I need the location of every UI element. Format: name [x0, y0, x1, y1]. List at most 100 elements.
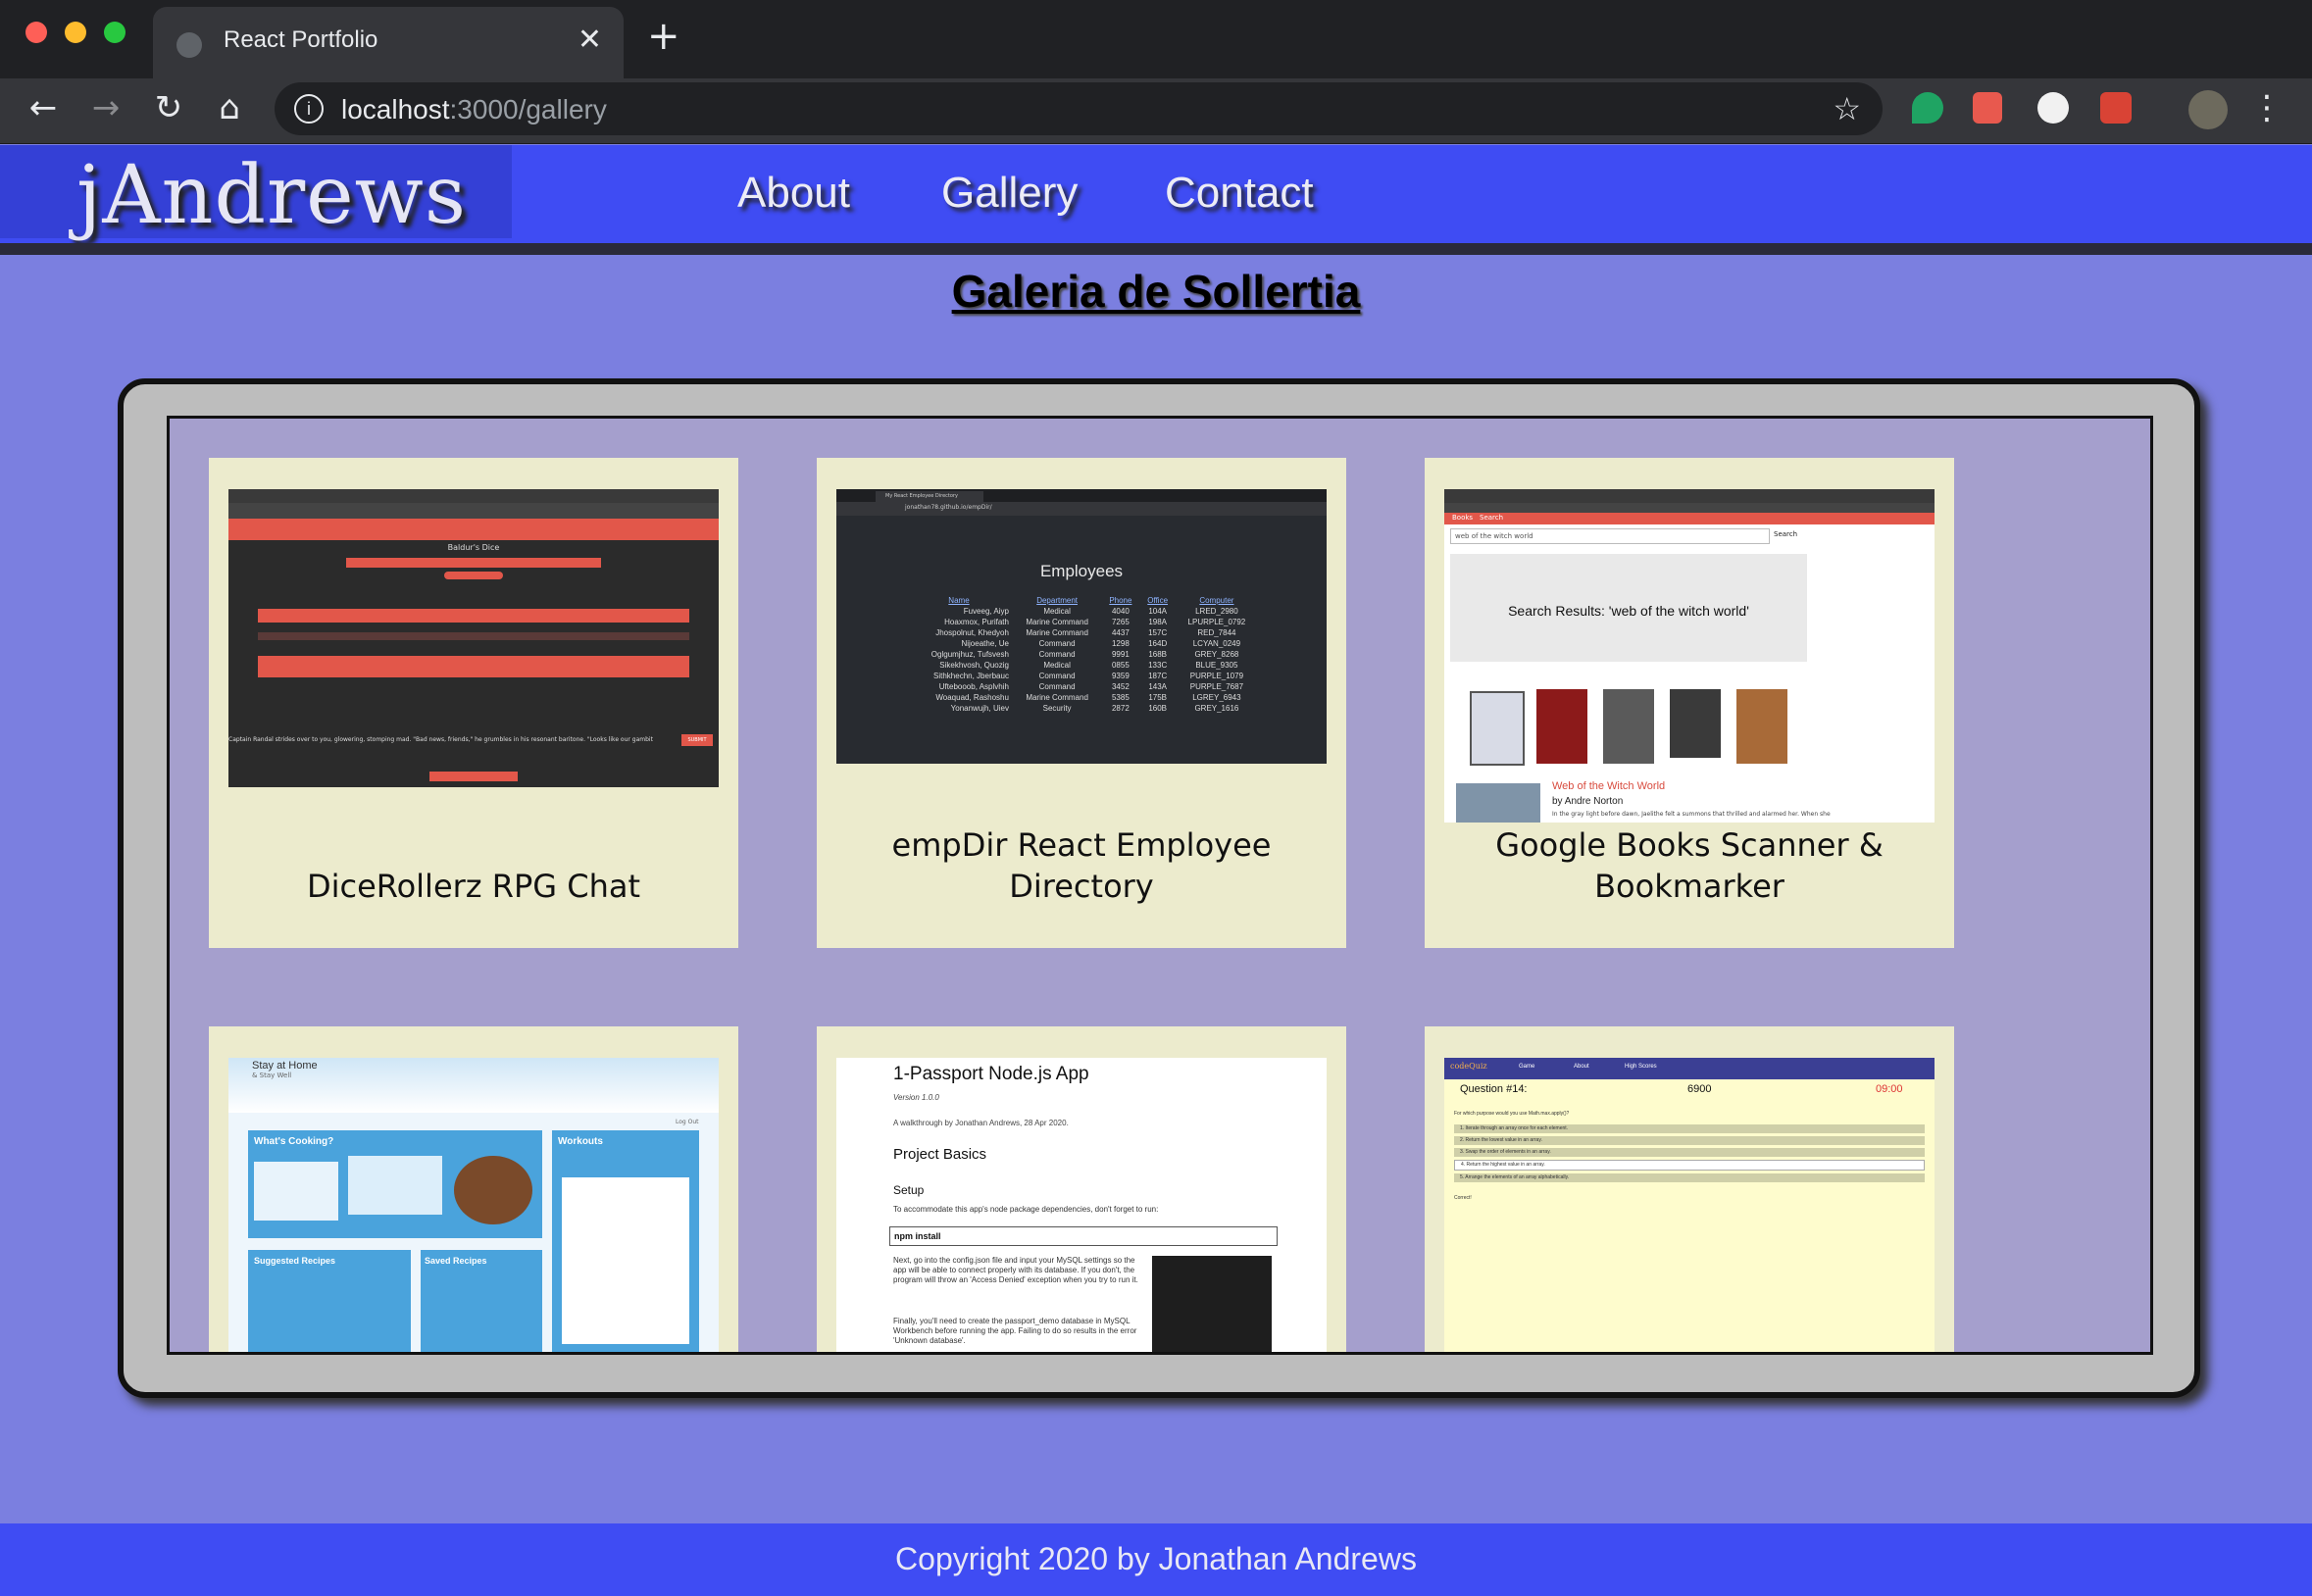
avatar[interactable] — [2188, 90, 2228, 129]
new-tab-button[interactable]: + — [647, 14, 680, 59]
table-row: Yonanwujh, Uiev Security 2872 160B GREY_1616 — [905, 703, 1258, 714]
table-cell: Sikekhvosh, Quozig — [939, 661, 1009, 670]
table-cell: Marine Command — [1026, 618, 1088, 626]
answer-option[interactable]: 5. Arrange the elements of an array alph… — [1454, 1173, 1925, 1182]
table-cell: 164D — [1148, 639, 1168, 648]
table-cell: 187C — [1148, 672, 1168, 680]
project-card-empdir[interactable]: My React Employee Directory jonathan78.g… — [817, 458, 1346, 948]
table-cell: 7265 — [1111, 618, 1130, 626]
project-screenshot[interactable]: Baldur's Dice Captain Randal strides ove… — [228, 489, 719, 787]
table-cell: LGREY_6943 — [1192, 693, 1241, 702]
address-bar[interactable]: i localhost:3000/gallery ☆ — [275, 82, 1883, 135]
project-title: DiceRollerz RPG Chat — [306, 868, 641, 905]
table-cell: 143A — [1148, 682, 1167, 691]
forward-icon[interactable]: → — [84, 88, 127, 127]
table-row: Hoaxmox, Purifath Marine Command 7265 198A L… — [905, 617, 1258, 627]
answer-option[interactable]: 3. Swap the order of elements in an arra… — [1454, 1148, 1925, 1157]
table-cell: 9359 — [1111, 672, 1130, 680]
project-card-codequiz[interactable]: codeQuiz Game About High Scores Question… — [1425, 1026, 1954, 1352]
extension-icon[interactable] — [2037, 92, 2069, 124]
table-cell: GREY_8268 — [1194, 650, 1239, 659]
answer-option[interactable]: 2. Return the lowest value in an array. — [1454, 1136, 1925, 1145]
table-cell: 2872 — [1111, 704, 1130, 713]
table-cell: Yonanwujh, Uiev — [950, 704, 1009, 713]
table-cell: Woaquad, Rashoshu — [935, 693, 1009, 702]
employee-table: Name Department Phone Office Computer Fuveeg… — [905, 595, 1258, 714]
answer-option[interactable]: 4. Return the highest value in an array. — [1454, 1160, 1925, 1171]
close-tab-icon[interactable]: ✕ — [578, 23, 602, 57]
site-header: jAndrews About Gallery Contact — [0, 145, 2312, 255]
table-row: Nijoeathe, Ue Command 1298 164D LCYAN_0249 — [905, 638, 1258, 649]
project-screenshot[interactable]: 1-Passport Node.js App Version 1.0.0 A w… — [836, 1058, 1327, 1352]
table-cell: 3452 — [1111, 682, 1130, 691]
book-cover — [1536, 689, 1587, 764]
browser-tab-bar: React Portfolio ✕ + — [0, 0, 2312, 78]
table-cell: Marine Command — [1026, 628, 1088, 637]
table-cell: Command — [1038, 650, 1076, 659]
table-cell: Medical — [1043, 661, 1071, 670]
table-cell: Security — [1042, 704, 1072, 713]
gallery-grid[interactable]: Baldur's Dice Captain Randal strides ove… — [167, 416, 2153, 1355]
nav-contact[interactable]: Contact — [1165, 169, 1314, 218]
close-window-button[interactable] — [25, 22, 47, 43]
site-footer: Copyright 2020 by Jonathan Andrews — [0, 1523, 2312, 1596]
project-screenshot[interactable]: My React Employee Directory jonathan78.g… — [836, 489, 1327, 764]
table-cell: Nijoeathe, Ue — [961, 639, 1009, 648]
maximize-window-button[interactable] — [104, 22, 126, 43]
project-card-passport[interactable]: 1-Passport Node.js App Version 1.0.0 A w… — [817, 1026, 1346, 1352]
project-card-dicerollerz[interactable]: Baldur's Dice Captain Randal strides ove… — [209, 458, 738, 948]
book-cover — [1603, 689, 1654, 764]
answer-option[interactable]: 1. Iterate through an array once for eac… — [1454, 1124, 1925, 1133]
table-header[interactable]: Phone — [1101, 595, 1139, 606]
star-icon[interactable]: ☆ — [1833, 90, 1861, 127]
table-cell: 9991 — [1111, 650, 1130, 659]
table-cell: Oglgumjhuz, Tufsvesh — [930, 650, 1009, 659]
table-row: Sikekhvosh, Quozig Medical 0855 133C BLUE_93… — [905, 660, 1258, 671]
table-cell: 175B — [1148, 693, 1167, 702]
book-cover — [1736, 689, 1787, 764]
project-screenshot[interactable]: Books Search web of the witch world Sear… — [1444, 489, 1935, 823]
table-row: Jhospolnut, Khedyoh Marine Command 4437 157… — [905, 627, 1258, 638]
back-icon[interactable]: ← — [22, 88, 65, 127]
table-row: Woaquad, Rashoshu Marine Command 5385 175B L… — [905, 692, 1258, 703]
info-icon[interactable]: i — [294, 94, 324, 124]
answer-list[interactable]: 1. Iterate through an array once for eac… — [1454, 1124, 1925, 1185]
table-header[interactable]: Office — [1140, 595, 1176, 606]
site-logo[interactable]: jAndrews — [76, 149, 467, 242]
table-header[interactable]: Department — [1013, 595, 1101, 606]
project-card-google-books[interactable]: Books Search web of the witch world Sear… — [1425, 458, 1954, 948]
table-cell: LPURPLE_0792 — [1187, 618, 1246, 626]
table-cell: 157C — [1148, 628, 1168, 637]
project-screenshot[interactable]: Stay at Home & Stay Well Log Out What's … — [228, 1058, 719, 1352]
browser-tab[interactable]: React Portfolio ✕ — [153, 7, 624, 78]
project-card-stay-at-home[interactable]: Stay at Home & Stay Well Log Out What's … — [209, 1026, 738, 1352]
copyright-text: Copyright 2020 by Jonathan Andrews — [895, 1541, 1417, 1576]
url-text: localhost:3000/gallery — [341, 94, 607, 125]
table-cell: Hoaxmox, Purifath — [944, 618, 1009, 626]
minimize-window-button[interactable] — [65, 22, 86, 43]
nav-gallery[interactable]: Gallery — [941, 169, 1078, 218]
extension-icon[interactable] — [1973, 92, 2002, 124]
table-cell: 168B — [1148, 650, 1167, 659]
table-cell: 198A — [1148, 618, 1167, 626]
tab-title: React Portfolio — [224, 26, 378, 53]
table-row: Uftebooob, Asplvhih Command 3452 143A PURPLE… — [905, 681, 1258, 692]
home-icon[interactable]: ⌂ — [208, 88, 251, 127]
logo-box: jAndrews — [0, 145, 512, 242]
table-header[interactable]: Computer — [1176, 595, 1258, 606]
nav-about[interactable]: About — [737, 169, 850, 218]
extension-icon[interactable] — [1912, 92, 1943, 124]
menu-icon[interactable]: ⋮ — [2245, 88, 2288, 127]
table-cell: Command — [1038, 672, 1076, 680]
table-cell: BLUE_9305 — [1195, 661, 1238, 670]
reload-icon[interactable]: ↻ — [147, 88, 190, 127]
table-row: Sithkhechn, Jberbauc Command 9359 187C PURPL… — [905, 671, 1258, 681]
project-screenshot[interactable]: codeQuiz Game About High Scores Question… — [1444, 1058, 1935, 1352]
table-cell: 4437 — [1111, 628, 1130, 637]
table-header[interactable]: Name — [905, 595, 1013, 606]
header-divider — [0, 243, 2312, 255]
table-cell: 4040 — [1111, 607, 1130, 616]
table-cell: Marine Command — [1026, 693, 1088, 702]
table-cell: LCYAN_0249 — [1192, 639, 1241, 648]
extension-icon[interactable] — [2100, 92, 2132, 124]
